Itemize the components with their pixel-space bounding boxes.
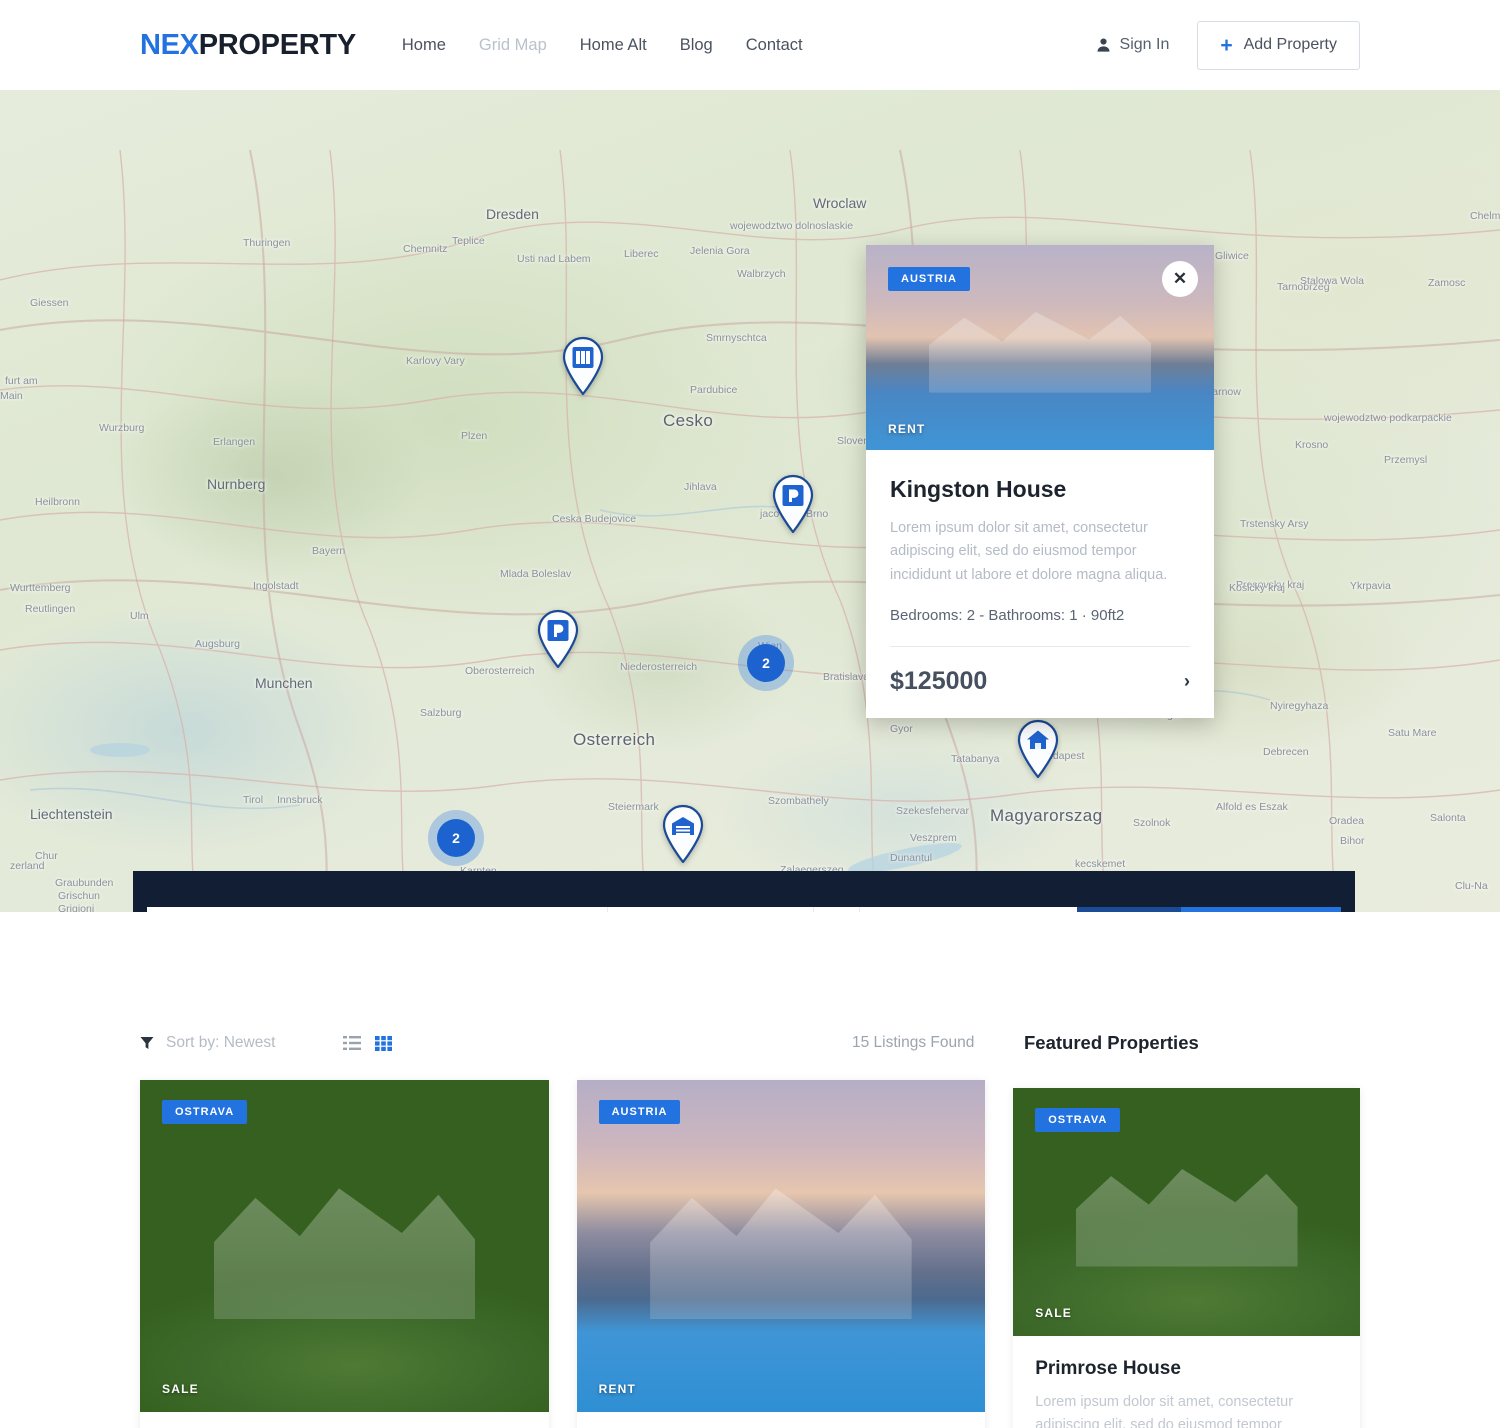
map-marker-building-icon[interactable] [560,335,606,395]
search-input[interactable]: Search [147,907,447,912]
listing-location-badge: OSTRAVA [1035,1108,1121,1132]
listing-card[interactable]: OSTRAVA SALE Primrose House Lorem ipsum … [140,1080,549,1428]
listing-status-badge: RENT [598,1382,637,1396]
map-property-popup[interactable]: AUSTRIA RENT ✕ Kingston House Lorem ipsu… [866,245,1214,719]
listing-location-badge: OSTRAVA [162,1100,248,1124]
listings-section: Sort by: Newest 15 Listings Found Featur… [0,912,1500,1428]
location-chevron-down-icon[interactable]: ▾ [607,907,653,912]
listing-status-badge: SALE [1035,1306,1072,1320]
site-header: NEXPROPERTY Home Grid Map Home Alt Blog … [0,0,1500,90]
chevron-right-icon[interactable]: › [1184,671,1190,692]
popup-description: Lorem ipsum dolor sit amet, consectetur … [890,520,1168,583]
grid-view-icon[interactable] [375,1035,393,1051]
listing-photo: OSTRAVA SALE [1013,1088,1360,1336]
main-nav: Home Grid Map Home Alt Blog Contact [402,36,803,55]
sort-by-label[interactable]: Sort by: Newest [166,1034,275,1052]
list-view-icon[interactable] [343,1035,362,1051]
search-bar-panel: Search All Locations ▾ All Categories ▾ … [133,871,1355,912]
map-marker-warehouse-icon[interactable] [660,803,706,863]
nav-item-blog[interactable]: Blog [680,36,713,55]
listing-title: Primrose House [1035,1358,1181,1379]
listing-photo: AUSTRIA RENT [576,1080,986,1412]
nav-item-grid-map[interactable]: Grid Map [479,36,547,55]
search-button[interactable]: Search [1181,907,1341,912]
popup-title: Kingston House [890,476,1067,502]
filter-icon[interactable] [140,1036,154,1050]
nav-item-home[interactable]: Home [402,36,446,55]
popup-meta: Bedrooms: 2 - Bathrooms: 1 · 90ft2 [890,607,1125,625]
category-chevron-down-icon[interactable]: ▾ [813,907,859,912]
map-roads-layer [0,149,1500,912]
nav-item-home-alt[interactable]: Home Alt [580,36,647,55]
header-actions: Sign In + Add Property [1096,20,1360,70]
listing-description: Lorem ipsum dolor sit amet, consectetur … [1035,1394,1294,1428]
map-marker-home-icon[interactable] [1015,718,1061,778]
site-logo[interactable]: NEXPROPERTY [140,29,356,62]
listing-status-badge: SALE [162,1382,199,1396]
close-icon[interactable]: ✕ [1162,261,1198,297]
popup-footer: $125000 › [890,646,1190,718]
map-cluster-marker[interactable]: 2 [437,819,475,857]
view-toggle-group [343,1035,393,1051]
popup-photo: AUSTRIA RENT ✕ [866,245,1214,450]
map-marker-parking-icon[interactable] [770,473,816,533]
add-property-button[interactable]: + Add Property [1197,20,1360,70]
nav-item-contact[interactable]: Contact [746,36,803,55]
featured-listing-card[interactable]: OSTRAVA SALE Primrose House Lorem ipsum … [1013,1088,1360,1428]
sign-in-label: Sign In [1119,36,1170,53]
map-cluster-marker[interactable]: 2 [747,644,785,682]
listing-card[interactable]: AUSTRIA RENT Kingston House Lorem ipsum … [576,1080,986,1428]
search-bar: Search All Locations ▾ All Categories ▾ … [147,907,1341,912]
category-select-value[interactable]: All Categories [653,907,813,912]
sale-price-input[interactable]: Sale Price [859,907,1077,912]
popup-location-badge: AUSTRIA [888,267,970,291]
listing-title: Primrose House [140,1412,549,1428]
sign-in-button[interactable]: Sign In [1096,36,1170,54]
popup-status-badge: RENT [888,422,926,436]
popup-house-illustration [928,311,1152,393]
user-icon [1097,38,1110,52]
location-select-value[interactable]: All Locations [447,907,607,912]
listing-location-badge: AUSTRIA [598,1100,681,1124]
popup-price: $125000 [890,667,988,696]
more-filters-button[interactable]: More [1077,907,1181,912]
popup-body: Kingston House Lorem ipsum dolor sit ame… [866,450,1214,646]
map-section[interactable]: Dresden Wroclaw Thuringen Chemnitz Teplice Us… [0,90,1500,912]
listings-grid: OSTRAVA SALE Primrose House Lorem ipsum … [140,1080,1360,1428]
logo-primary: NEX [140,28,199,61]
listings-toolbar: Sort by: Newest 15 Listings Found Featur… [140,1032,1360,1053]
listing-photo: OSTRAVA SALE [140,1080,549,1412]
map-marker-parking-icon[interactable] [535,608,581,668]
add-property-label: Add Property [1243,36,1337,53]
featured-properties-heading: Featured Properties [1024,1032,1199,1053]
plus-icon: + [1220,33,1233,57]
logo-secondary: PROPERTY [198,28,356,61]
listings-count: 15 Listings Found [852,1034,975,1051]
listing-title: Kingston House [577,1412,986,1428]
